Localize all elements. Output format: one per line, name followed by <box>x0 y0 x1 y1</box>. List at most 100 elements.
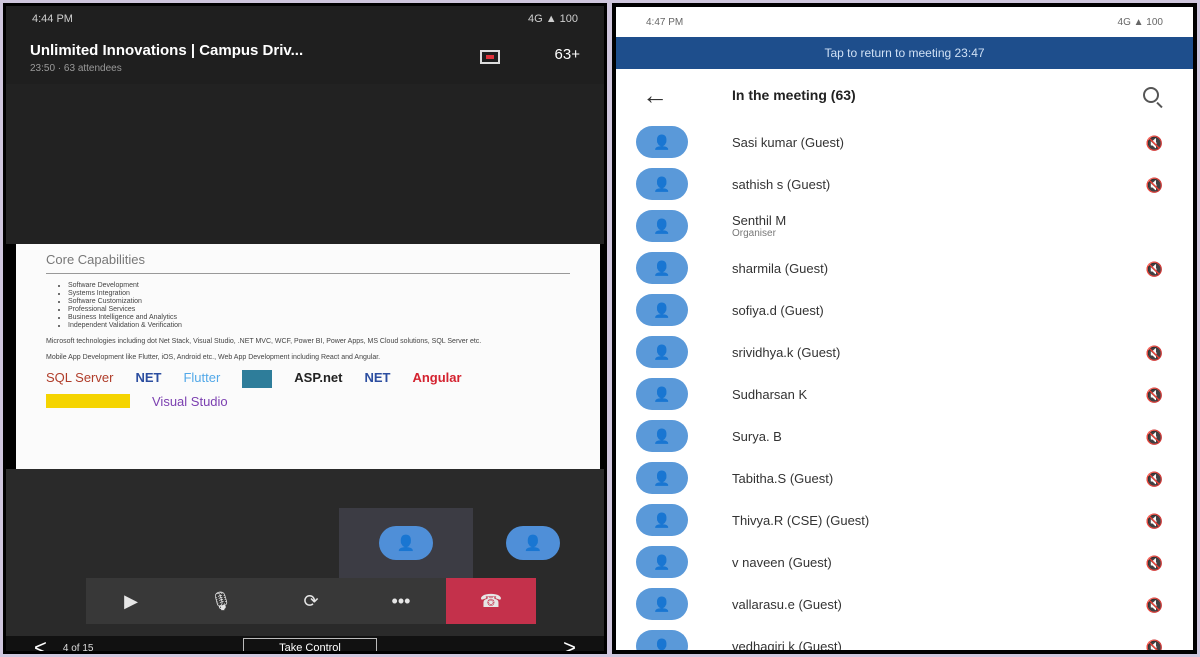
participant-avatar-icon[interactable]: 👤 <box>506 526 560 560</box>
avatar-icon: 👤 <box>636 126 688 158</box>
avatar-icon: 👤 <box>636 588 688 620</box>
participant-name: sharmila (Guest) <box>732 260 829 276</box>
participant-row[interactable]: 👤 sofiya.d (Guest) <box>616 289 1193 331</box>
mic-off-icon: 🔇 <box>1145 387 1163 403</box>
camera-toggle-button[interactable]: ▶ <box>86 578 176 624</box>
participant-name: vedhagiri k (Guest) <box>732 638 842 654</box>
participant-row[interactable]: 👤 Surya. B 🔇 <box>616 415 1193 457</box>
mic-off-icon: 🔇 <box>1145 471 1163 487</box>
participant-info: Senthil M Organiser <box>732 213 786 239</box>
participant-info: Sudharsan K <box>732 387 807 402</box>
mic-off-icon: 🔇 <box>1145 639 1163 654</box>
screen-share-icon[interactable] <box>480 50 500 64</box>
participant-info: vallarasu.e (Guest) <box>732 597 842 612</box>
dotnet-logo-2: NET <box>364 370 391 385</box>
phone-hangup-icon: ☎ <box>479 590 503 611</box>
participant-name: Thivya.R (CSE) (Guest) <box>732 512 870 528</box>
slide-paragraph: Mobile App Development like Flutter, iOS… <box>46 354 381 361</box>
slide-bullet: Systems Integration <box>68 290 570 298</box>
participant-row[interactable]: 👤 vallarasu.e (Guest) 🔇 <box>616 583 1193 625</box>
participant-info: Surya. B <box>732 429 782 444</box>
participant-name: srividhya.k (Guest) <box>732 344 841 360</box>
take-control-button[interactable]: Take Control <box>243 638 377 651</box>
avatar-icon: 👤 <box>636 168 688 200</box>
avatar-icon: 👤 <box>636 378 688 410</box>
participant-row[interactable]: 👤 sathish s (Guest) 🔇 <box>616 163 1193 205</box>
avatar-icon: 👤 <box>636 294 688 326</box>
flutter-logo: Flutter <box>183 370 221 385</box>
status-indicators: 4G ▲ 100 <box>1117 16 1163 28</box>
participant-row[interactable]: 👤 Sasi kumar (Guest) 🔇 <box>616 121 1193 163</box>
speaker-icon: ⟳ <box>303 590 319 611</box>
participant-row[interactable]: 👤 Tabitha.S (Guest) 🔇 <box>616 457 1193 499</box>
avatar-icon: 👤 <box>636 546 688 578</box>
audio-button[interactable]: ⟳ <box>266 578 356 624</box>
slide-bullets: Software Development Systems Integration… <box>46 282 570 330</box>
participant-name: sathish s (Guest) <box>732 176 831 192</box>
more-options-button[interactable]: ••• <box>356 578 446 624</box>
mic-icon: 🎙 <box>209 590 233 611</box>
participant-name: Senthil M <box>732 213 787 228</box>
status-bar: 4:47 PM 4G ▲ 100 <box>616 7 1193 37</box>
avatar-icon: 👤 <box>636 504 688 536</box>
mic-off-icon: 🔇 <box>1145 513 1163 529</box>
participant-info: sofiya.d (Guest) <box>732 303 824 318</box>
participant-name: v naveen (Guest) <box>732 554 832 570</box>
visual-studio-logo: Visual Studio <box>152 394 228 409</box>
self-avatar-icon: 👤 <box>379 526 433 560</box>
participant-name: sofiya.d (Guest) <box>732 302 824 318</box>
page-indicator: 4 of 15 <box>62 642 94 654</box>
mic-toggle-button[interactable]: 🎙 <box>176 578 266 624</box>
meeting-subtitle: 23:50 · 63 attendees <box>30 63 122 74</box>
participant-row[interactable]: 👤 vedhagiri k (Guest) 🔇 <box>616 625 1193 654</box>
next-slide-icon[interactable]: > <box>563 635 576 651</box>
participant-list: 👤 Sasi kumar (Guest) 🔇 👤 sathish s (Guest) 🔇 👤… <box>616 121 1193 654</box>
page-title: In the meeting (63) <box>732 87 856 103</box>
participant-row[interactable]: 👤 Thivya.R (CSE) (Guest) 🔇 <box>616 499 1193 541</box>
sql-server-logo: SQL Server <box>46 370 114 385</box>
participant-row[interactable]: 👤 Senthil M Organiser <box>616 205 1193 247</box>
slide-bullet: Professional Services <box>68 306 570 314</box>
participant-info: Tabitha.S (Guest) <box>732 471 833 486</box>
avatar-icon: 👤 <box>636 210 688 242</box>
ellipsis-icon: ••• <box>391 590 411 611</box>
avatar-icon: 👤 <box>636 420 688 452</box>
back-arrow-icon[interactable]: ← <box>642 80 732 111</box>
call-controls: ▶ 🎙 ⟳ ••• ☎ <box>86 578 536 624</box>
participant-name: Surya. B <box>732 428 782 444</box>
search-icon[interactable] <box>1143 87 1159 103</box>
meeting-screen: 4:44 PM 4G ▲ 100 Unlimited Innovations |… <box>3 3 607 654</box>
mic-off-icon: 🔇 <box>1145 261 1163 277</box>
participant-role: Organiser <box>732 228 776 239</box>
participants-button[interactable]: 63+ <box>555 46 580 63</box>
participants-screen: 4:47 PM 4G ▲ 100 Tap to return to meetin… <box>612 3 1197 654</box>
mic-off-icon: 🔇 <box>1145 597 1163 613</box>
participant-info: v naveen (Guest) <box>732 555 832 570</box>
participant-info: Thivya.R (CSE) (Guest) <box>732 513 869 528</box>
slide-bullet: Software Development <box>68 282 570 290</box>
participant-name: Sudharsan K <box>732 386 808 402</box>
dotnet-logo: NET <box>135 370 162 385</box>
self-video-tile[interactable]: 👤 <box>339 508 473 578</box>
participant-row[interactable]: 👤 sharmila (Guest) 🔇 <box>616 247 1193 289</box>
tech-logo-yellow <box>46 394 130 408</box>
hang-up-button[interactable]: ☎ <box>446 578 536 624</box>
avatar-icon: 👤 <box>636 252 688 284</box>
prev-slide-icon[interactable]: < <box>34 635 47 651</box>
participant-info: srividhya.k (Guest) <box>732 345 840 360</box>
people-header: ← In the meeting (63) <box>616 69 1193 121</box>
shared-slide: Core Capabilities Software Development S… <box>16 244 600 469</box>
meeting-header: Unlimited Innovations | Campus Driv... 2… <box>6 32 604 84</box>
return-to-meeting-banner[interactable]: Tap to return to meeting 23:47 <box>616 37 1193 69</box>
status-indicators: 4G ▲ 100 <box>527 13 578 25</box>
participant-row[interactable]: 👤 srividhya.k (Guest) 🔇 <box>616 331 1193 373</box>
participant-info: vedhagiri k (Guest) <box>732 638 842 654</box>
participant-name: Tabitha.S (Guest) <box>732 470 834 486</box>
mic-off-icon: 🔇 <box>1145 429 1163 445</box>
avatar-icon: 👤 <box>636 630 688 650</box>
participant-name: vallarasu.e (Guest) <box>732 596 842 612</box>
tech-logo-box <box>242 370 273 388</box>
status-time: 4:44 PM <box>32 13 73 25</box>
participant-row[interactable]: 👤 Sudharsan K 🔇 <box>616 373 1193 415</box>
participant-row[interactable]: 👤 v naveen (Guest) 🔇 <box>616 541 1193 583</box>
